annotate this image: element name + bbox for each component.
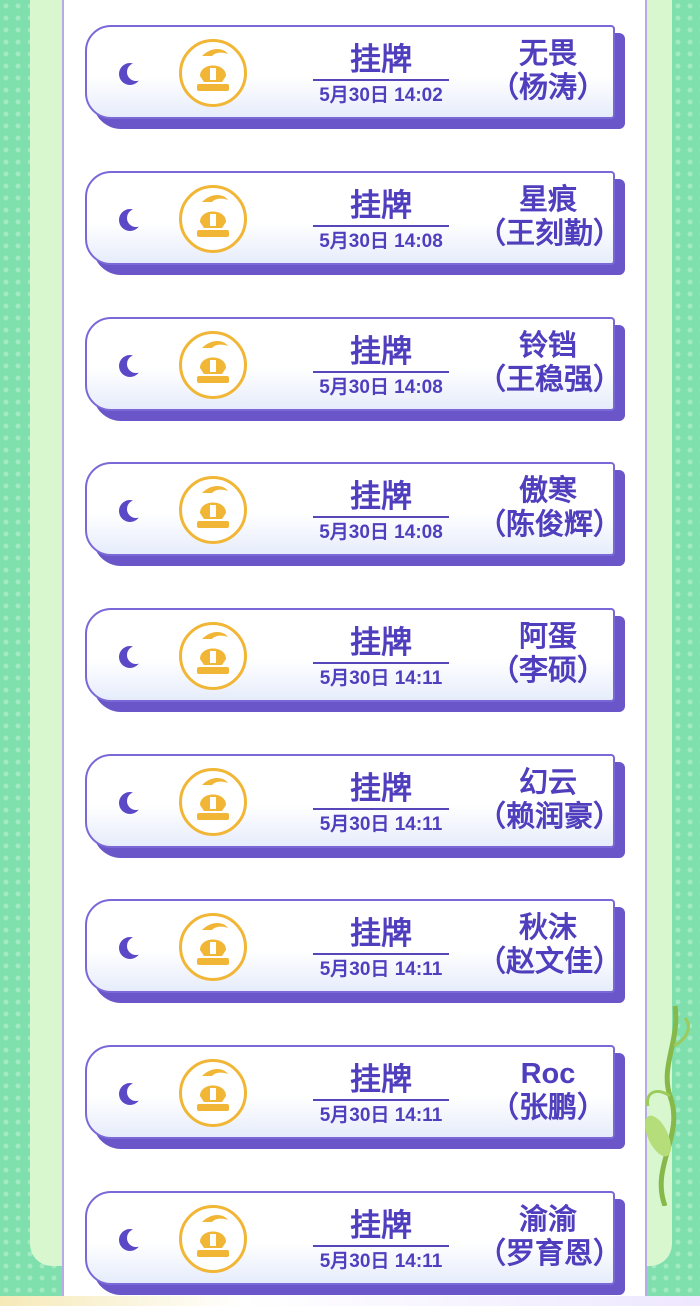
player-name: 秋沫 （赵文佳） [477,911,623,979]
crescent-moon-icon [119,1229,143,1251]
list-item[interactable]: 挂牌 5月30日 14:11 渝渝 （罗育恩） [85,1191,625,1295]
list-item[interactable]: 挂牌 5月30日 14:02 无畏 （杨涛） [85,25,625,129]
card-body: 挂牌 5月30日 14:11 渝渝 （罗育恩） [85,1191,622,1285]
crescent-moon-icon [119,63,143,85]
hero-logo-icon [179,331,247,399]
player-nickname: 秋沫 [518,912,577,944]
timestamp: 5月30日 14:08 [319,522,443,543]
player-name: 星痕 （王刻勤） [477,183,623,251]
hero-logo-icon [179,185,247,253]
crescent-moon-icon [119,355,143,377]
player-real-name: （王刻勤） [477,218,623,250]
crescent-moon-icon [119,792,143,814]
crescent-moon-icon [119,209,143,231]
status-label: 挂牌 [313,917,449,955]
player-nickname: Roc [520,1058,576,1090]
player-real-name: （王稳强） [477,364,623,396]
card-body: 挂牌 5月30日 14:11 秋沫 （赵文佳） [85,899,622,993]
timestamp: 5月30日 14:08 [319,231,443,252]
crescent-moon-icon [119,937,143,959]
timestamp: 5月30日 14:11 [319,1251,443,1272]
player-name: Roc （张鹏） [477,1057,619,1125]
status-label: 挂牌 [313,1209,449,1247]
player-nickname: 星痕 [518,184,577,216]
player-nickname: 幻云 [518,767,577,799]
card-body: 挂牌 5月30日 14:11 幻云 （赖润豪） [85,754,622,848]
player-real-name: （李硕） [489,655,606,687]
player-nickname: 傲寒 [518,475,577,507]
list-item[interactable]: 挂牌 5月30日 14:08 铃铛 （王稳强） [85,317,625,421]
player-real-name: （罗育恩） [477,1238,623,1270]
list-item[interactable]: 挂牌 5月30日 14:08 星痕 （王刻勤） [85,171,625,275]
timestamp: 5月30日 14:08 [319,377,443,398]
status-label: 挂牌 [313,626,449,664]
timestamp: 5月30日 14:11 [319,1105,443,1126]
hero-logo-icon [179,622,247,690]
player-real-name: （赖润豪） [477,801,623,833]
hero-logo-icon [179,1059,247,1127]
card-body: 挂牌 5月30日 14:02 无畏 （杨涛） [85,25,615,119]
card-body: 挂牌 5月30日 14:08 傲寒 （陈俊辉） [85,462,622,556]
crescent-moon-icon [119,646,143,668]
player-name: 渝渝 （罗育恩） [477,1203,623,1271]
player-nickname: 无畏 [518,38,577,70]
bottom-strip [0,1296,700,1306]
card-body: 挂牌 5月30日 14:08 铃铛 （王稳强） [85,317,622,411]
status-label: 挂牌 [313,1063,449,1101]
card-body: 挂牌 5月30日 14:08 星痕 （王刻勤） [85,171,622,265]
list-item[interactable]: 挂牌 5月30日 14:11 秋沫 （赵文佳） [85,899,625,1003]
status-label: 挂牌 [313,480,449,518]
timestamp: 5月30日 14:11 [319,814,443,835]
player-name: 铃铛 （王稳强） [477,329,623,397]
list-item[interactable]: 挂牌 5月30日 14:11 阿蛋 （李硕） [85,608,625,712]
crescent-moon-icon [119,500,143,522]
status-label: 挂牌 [313,772,449,810]
hero-logo-icon [179,476,247,544]
status-label: 挂牌 [313,189,449,227]
list-item[interactable]: 挂牌 5月30日 14:11 幻云 （赖润豪） [85,754,625,858]
player-nickname: 阿蛋 [518,621,577,653]
player-name: 无畏 （杨涛） [477,37,619,105]
player-name: 阿蛋 （李硕） [477,620,619,688]
player-name: 幻云 （赖润豪） [477,766,623,834]
player-real-name: （杨涛） [489,72,606,104]
list-item[interactable]: 挂牌 5月30日 14:08 傲寒 （陈俊辉） [85,462,625,566]
player-real-name: （陈俊辉） [477,509,623,541]
player-nickname: 渝渝 [518,1204,577,1236]
player-nickname: 铃铛 [518,330,577,362]
card-body: 挂牌 5月30日 14:11 阿蛋 （李硕） [85,608,615,702]
status-label: 挂牌 [313,335,449,373]
vine-decoration [645,1005,690,1206]
crescent-moon-icon [119,1083,143,1105]
timestamp: 5月30日 14:11 [319,959,443,980]
list-item[interactable]: 挂牌 5月30日 14:11 Roc （张鹏） [85,1045,625,1149]
card-body: 挂牌 5月30日 14:11 Roc （张鹏） [85,1045,615,1139]
status-label: 挂牌 [313,43,449,81]
timestamp: 5月30日 14:11 [319,668,443,689]
player-real-name: （张鹏） [489,1092,606,1124]
hero-logo-icon [179,1205,247,1273]
hero-logo-icon [179,39,247,107]
hero-logo-icon [179,768,247,836]
timestamp: 5月30日 14:02 [319,85,443,106]
hero-logo-icon [179,913,247,981]
player-name: 傲寒 （陈俊辉） [477,474,623,542]
player-real-name: （赵文佳） [477,946,623,978]
